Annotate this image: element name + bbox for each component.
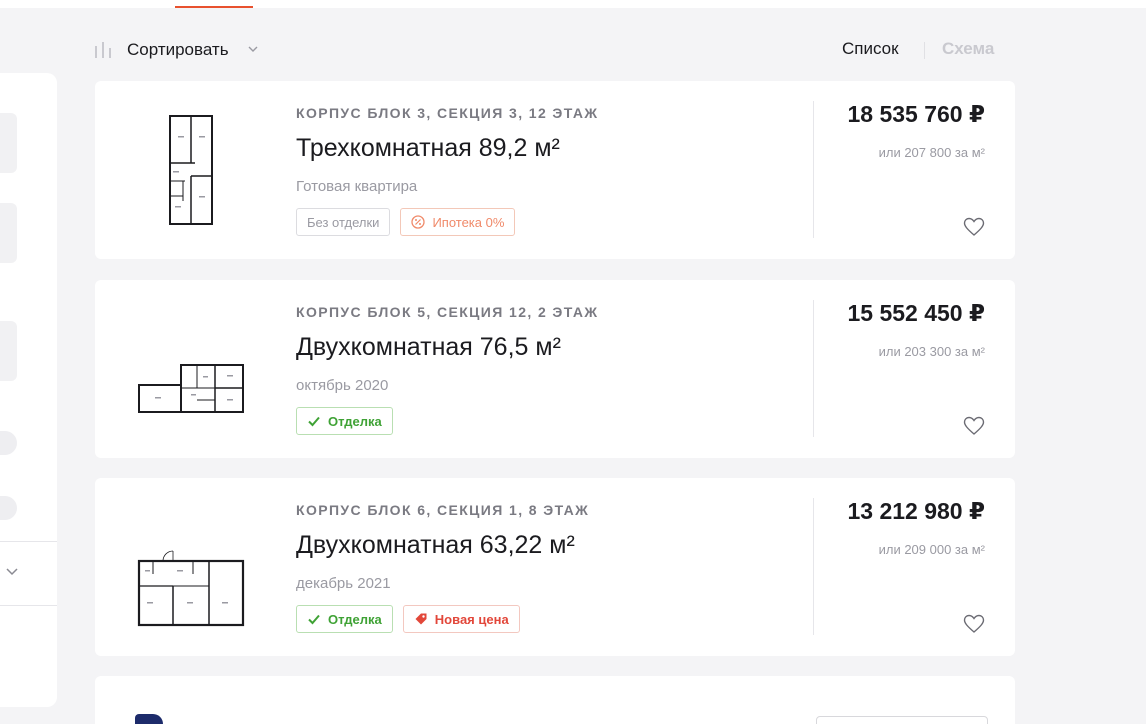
view-list-tab[interactable]: Список — [842, 39, 899, 59]
listing-location: КОРПУС БЛОК 5, СЕКЦИЯ 12, 2 ЭТАЖ — [296, 304, 599, 320]
floor-plan-image — [137, 550, 245, 627]
bars-icon[interactable] — [94, 42, 112, 58]
price-per-sqm: или 203 300 за м² — [878, 344, 985, 359]
badge-mortgage[interactable]: Ипотека 0% — [400, 208, 516, 236]
listing-price: 18 535 760 ₽ — [847, 101, 985, 127]
badge-label: Отделка — [328, 611, 382, 627]
listing-price: 15 552 450 ₽ — [847, 300, 985, 326]
badge-list: Отделка Новая цена — [296, 605, 520, 635]
listing-title[interactable]: Двухкомнатная 63,22 м² — [296, 531, 575, 560]
listing-card[interactable]: КОРПУС БЛОК 3, СЕКЦИЯ 3, 12 ЭТАЖ Трехком… — [95, 81, 1015, 259]
divider — [0, 541, 57, 542]
card-action-button[interactable] — [816, 716, 988, 724]
heart-icon[interactable] — [963, 614, 985, 634]
filter-field[interactable] — [0, 113, 17, 173]
badge-label: Новая цена — [434, 611, 509, 627]
listing-page: Сортировать Список Схема КОРПУС БЛОК 3, … — [0, 0, 1146, 724]
badge-label: Ипотека 0% — [432, 214, 505, 230]
badge-list: Без отделки Ипотека 0% — [296, 208, 516, 238]
percent-icon — [411, 215, 426, 229]
heart-icon[interactable] — [963, 416, 985, 436]
tag-icon — [415, 613, 427, 625]
divider — [924, 42, 925, 59]
listing-card[interactable] — [95, 676, 1015, 724]
badge-finish: Отделка — [296, 605, 393, 633]
chevron-down-icon[interactable] — [4, 563, 20, 579]
divider — [0, 605, 57, 606]
badge-list: Отделка — [296, 407, 393, 437]
listing-completion-date: октябрь 2020 — [296, 377, 389, 394]
divider — [813, 300, 814, 437]
filter-toggle[interactable] — [0, 496, 17, 520]
top-strip — [0, 0, 1146, 8]
divider — [813, 101, 814, 238]
badge-label: Без отделки — [307, 214, 380, 230]
check-icon — [308, 614, 320, 625]
price-per-sqm: или 209 000 за м² — [878, 542, 985, 557]
badge-label: Отделка — [328, 413, 382, 429]
listing-location: КОРПУС БЛОК 3, СЕКЦИЯ 3, 12 ЭТАЖ — [296, 105, 599, 121]
listing-price: 13 212 980 ₽ — [847, 498, 985, 524]
active-tab-indicator — [175, 6, 253, 8]
filter-field[interactable] — [0, 321, 17, 381]
listing-status: Готовая квартира — [296, 178, 418, 195]
floor-plan-image — [169, 115, 213, 225]
heart-icon[interactable] — [963, 217, 985, 237]
badge-no-finish: Без отделки — [296, 208, 391, 236]
price-per-sqm: или 207 800 за м² — [878, 145, 985, 160]
filter-toggle[interactable] — [0, 431, 17, 455]
filter-panel — [0, 73, 57, 707]
floor-plan-image — [138, 364, 244, 413]
listing-completion-date: декабрь 2021 — [296, 575, 391, 592]
listing-card[interactable]: КОРПУС БЛОК 6, СЕКЦИЯ 1, 8 ЭТАЖ Двухкомн… — [95, 478, 1015, 656]
badge-new-price: Новая цена — [402, 605, 520, 633]
check-icon — [308, 416, 320, 427]
listing-location: КОРПУС БЛОК 6, СЕКЦИЯ 1, 8 ЭТАЖ — [296, 502, 590, 518]
filter-field[interactable] — [0, 203, 17, 263]
view-scheme-tab[interactable]: Схема — [942, 39, 994, 59]
listing-title[interactable]: Трехкомнатная 89,2 м² — [296, 134, 560, 163]
listing-title[interactable]: Двухкомнатная 76,5 м² — [296, 333, 561, 362]
badge-finish: Отделка — [296, 407, 393, 435]
card-image — [135, 714, 163, 724]
chevron-down-icon[interactable] — [247, 44, 259, 54]
sort-button[interactable]: Сортировать — [127, 40, 229, 60]
divider — [813, 498, 814, 635]
listing-card[interactable]: КОРПУС БЛОК 5, СЕКЦИЯ 12, 2 ЭТАЖ Двухком… — [95, 280, 1015, 458]
